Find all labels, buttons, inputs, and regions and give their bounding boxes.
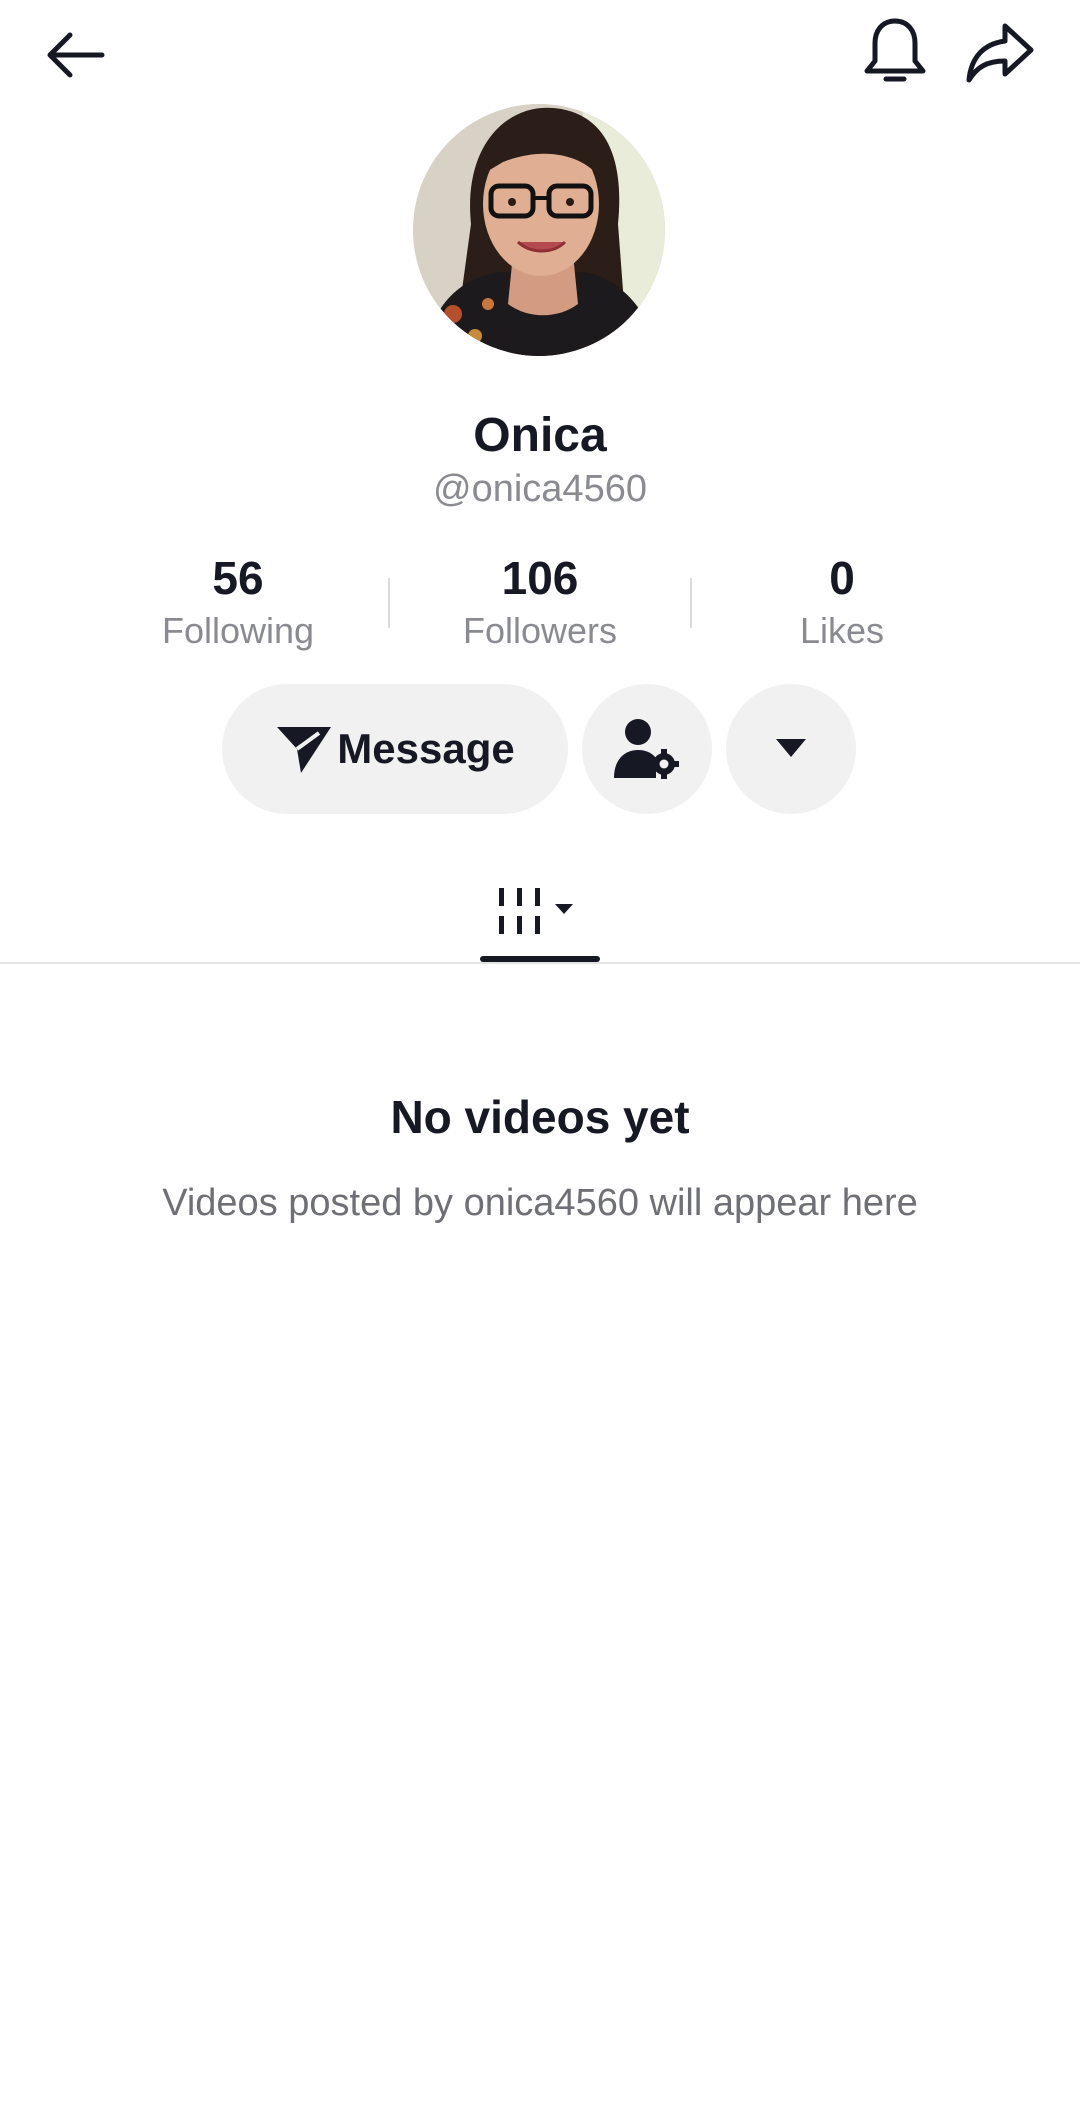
likes-label: Likes [799,610,885,651]
share-arrow-icon [966,23,1034,83]
arrow-left-icon [47,32,105,78]
tabs-divider [0,962,1080,964]
top-bar [0,0,1080,100]
following-label: Following [161,610,315,651]
bell-icon [864,18,926,82]
likes-count: 0 [829,552,855,604]
notification-bell-button[interactable] [850,8,940,98]
following-stat[interactable]: 56 Following [108,550,368,656]
empty-state-title: No videos yet [390,1091,690,1143]
profile-actions: Message [0,684,1080,816]
empty-state-message: Videos posted by onica4560 will appear h… [162,1182,918,1224]
more-options-button[interactable] [726,684,856,814]
share-button[interactable] [955,8,1045,98]
person-gear-icon [614,719,679,779]
username: @onica4560 [433,468,647,510]
likes-stat[interactable]: 0 Likes [712,550,972,656]
profile-stats: 56 Following 106 Followers 0 Likes [0,550,1080,660]
profile-photo [413,104,665,356]
video-grid-icon [499,888,573,934]
profile-avatar[interactable] [413,104,665,356]
caret-down-icon [776,739,806,757]
stat-divider [388,578,390,628]
send-icon [277,727,332,773]
message-button[interactable]: Message [222,684,568,814]
followers-label: Followers [462,610,618,651]
stat-divider [690,578,692,628]
following-count: 56 [212,552,264,604]
content-tabs [0,860,1080,964]
tab-videos[interactable] [478,860,602,964]
back-button[interactable] [30,10,120,100]
message-label: Message [337,725,515,772]
followers-count: 106 [501,552,579,604]
friend-settings-button[interactable] [582,684,712,814]
display-name: Onica [473,409,607,462]
followers-stat[interactable]: 106 Followers [410,550,670,656]
